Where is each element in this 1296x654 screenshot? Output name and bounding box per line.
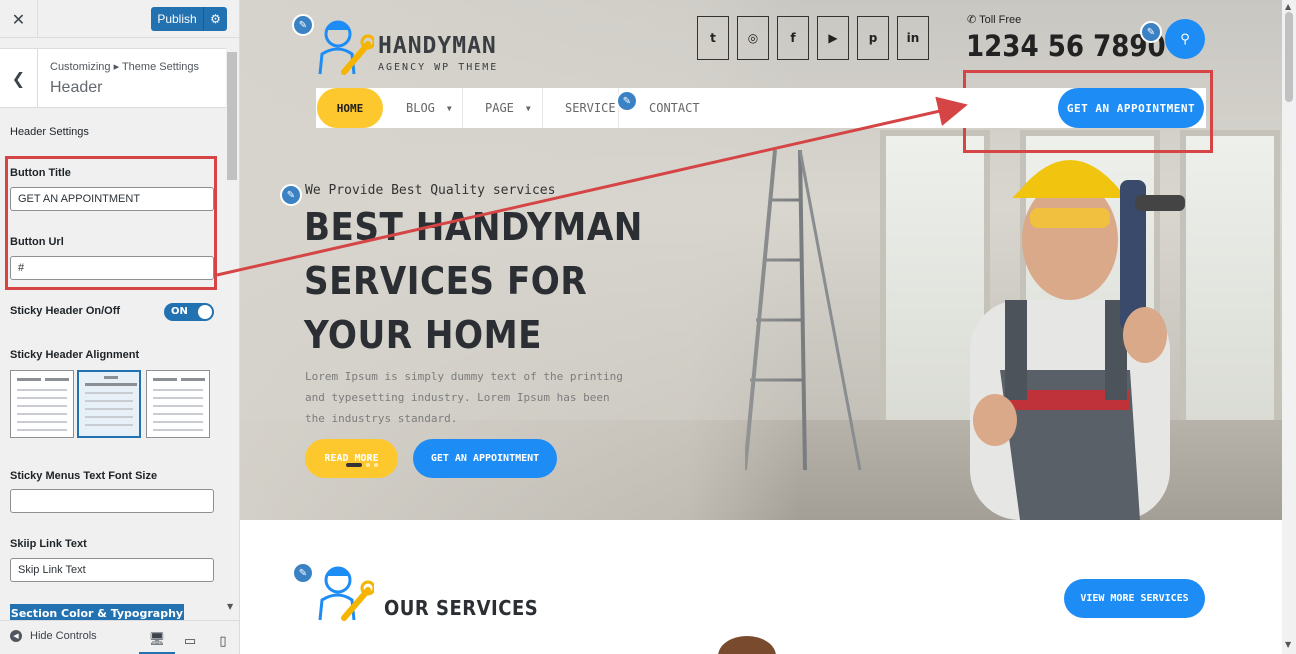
- section-header: ❮ Customizing ▸ Theme Settings Header: [0, 48, 226, 108]
- publish-label[interactable]: Publish: [151, 12, 203, 26]
- hero-tagline: We Provide Best Quality services: [305, 183, 556, 198]
- section-title: Header: [50, 79, 103, 96]
- edit-pencil-icon[interactable]: ✎: [292, 14, 314, 36]
- worker-image: [970, 160, 1185, 520]
- customizer-footer: ◀ Hide Controls 🖥 ▭ ▯: [0, 620, 239, 654]
- site-preview: HANDYMAN AGENCY WP THEME ✎ t ◎ f ▶ p in …: [240, 0, 1282, 654]
- instagram-icon[interactable]: ◎: [737, 16, 769, 60]
- sticky-header-toggle[interactable]: ON: [164, 303, 214, 321]
- gear-icon[interactable]: ⚙: [203, 7, 227, 31]
- nav-item-service[interactable]: SERVICE: [565, 88, 616, 128]
- toggle-state: ON: [171, 306, 188, 317]
- nav-divider: [462, 88, 463, 128]
- edit-pencil-icon[interactable]: ✎: [280, 184, 302, 206]
- phone-number[interactable]: 1234 56 7890: [966, 29, 1166, 63]
- hero-section: HANDYMAN AGENCY WP THEME ✎ t ◎ f ▶ p in …: [240, 0, 1282, 520]
- hide-controls-label[interactable]: Hide Controls: [30, 630, 97, 642]
- youtube-icon[interactable]: ▶: [817, 16, 849, 60]
- sticky-font-size-input[interactable]: [10, 489, 214, 513]
- mobile-preview-icon[interactable]: ▯: [205, 627, 239, 654]
- group-label: Header Settings: [10, 126, 89, 138]
- nav-divider: [542, 88, 543, 128]
- desktop-preview-icon[interactable]: 🖥: [139, 627, 175, 654]
- customizer-topbar: ✕ Publish ⚙: [0, 0, 239, 38]
- scroll-down-icon[interactable]: ▼: [227, 602, 233, 611]
- tablet-preview-icon[interactable]: ▭: [172, 627, 208, 654]
- align-option-right[interactable]: [146, 370, 210, 438]
- twitter-icon[interactable]: t: [697, 16, 729, 60]
- nav-item-label[interactable]: PAGE: [485, 101, 514, 115]
- facebook-icon[interactable]: f: [777, 16, 809, 60]
- edit-pencil-icon[interactable]: ✎: [292, 562, 314, 584]
- toll-free-text: Toll Free: [979, 14, 1022, 26]
- highlight-box-fields: [5, 156, 217, 290]
- toggle-knob: [198, 305, 212, 319]
- chevron-down-icon[interactable]: ▼: [526, 104, 531, 113]
- nav-item-blog[interactable]: BLOG ▼: [406, 88, 452, 128]
- toll-free-label: ✆ Toll Free: [967, 14, 1022, 26]
- slider-dots[interactable]: [346, 463, 378, 467]
- services-title: OUR SERVICES: [384, 596, 539, 620]
- collapse-icon[interactable]: ◀: [10, 630, 22, 642]
- preview-scroll-thumb[interactable]: [1285, 12, 1293, 102]
- edit-pencil-icon[interactable]: ✎: [1140, 21, 1162, 43]
- align-option-center[interactable]: [77, 370, 141, 438]
- view-more-services-button[interactable]: VIEW MORE SERVICES: [1064, 579, 1205, 618]
- align-option-left[interactable]: [10, 370, 74, 438]
- logo-subtitle: AGENCY WP THEME: [378, 62, 499, 73]
- publish-button[interactable]: Publish ⚙: [151, 7, 227, 31]
- hide-controls-button[interactable]: ◀ Hide Controls: [10, 630, 97, 642]
- scroll-up-icon[interactable]: ▲: [1285, 2, 1291, 11]
- scroll-down-icon[interactable]: ▼: [1285, 640, 1291, 649]
- sticky-alignment-label: Sticky Header Alignment: [10, 349, 140, 361]
- slider-dot[interactable]: [374, 463, 378, 467]
- handyman-logo-icon: [318, 20, 374, 75]
- preview-scrollbar[interactable]: ▲ ▼: [1282, 0, 1296, 654]
- back-arrow-icon[interactable]: ❮: [0, 49, 38, 107]
- panel-scroll-thumb[interactable]: [227, 52, 237, 180]
- skip-link-label: Skiip Link Text: [10, 538, 87, 550]
- slider-dot-active[interactable]: [346, 463, 362, 467]
- services-logo-icon: [318, 566, 374, 621]
- breadcrumb: Customizing ▸ Theme Settings: [50, 61, 199, 73]
- slider-dot[interactable]: [366, 463, 370, 467]
- close-icon[interactable]: ✕: [0, 0, 38, 38]
- service-person-image: [718, 636, 776, 654]
- nav-item-label[interactable]: BLOG: [406, 101, 435, 115]
- hero-appointment-button[interactable]: GET AN APPOINTMENT: [413, 439, 557, 478]
- edit-pencil-icon[interactable]: ✎: [616, 90, 638, 112]
- nav-item-home[interactable]: HOME: [317, 88, 383, 128]
- sticky-header-label: Sticky Header On/Off: [10, 305, 121, 317]
- skip-link-input[interactable]: Skip Link Text: [10, 558, 214, 582]
- nav-appointment-button[interactable]: GET AN APPOINTMENT: [1058, 88, 1204, 128]
- pinterest-icon[interactable]: p: [857, 16, 889, 60]
- logo-wordmark[interactable]: HANDYMAN: [378, 33, 497, 59]
- search-icon[interactable]: ⚲: [1165, 19, 1205, 59]
- linkedin-icon[interactable]: in: [897, 16, 929, 60]
- customizer-panel: ✕ Publish ⚙ ❮ Customizing ▸ Theme Settin…: [0, 0, 240, 654]
- nav-item-contact[interactable]: CONTACT: [649, 88, 700, 128]
- hero-description: Lorem Ipsum is simply dummy text of the …: [305, 370, 623, 425]
- nav-item-page[interactable]: PAGE ▼: [485, 88, 531, 128]
- hero-title: BEST HANDYMAN SERVICES FOR YOUR HOME: [304, 205, 643, 357]
- chevron-down-icon[interactable]: ▼: [447, 104, 452, 113]
- read-more-button[interactable]: READ MORE: [305, 439, 398, 478]
- sticky-font-size-label: Sticky Menus Text Font Size: [10, 470, 158, 482]
